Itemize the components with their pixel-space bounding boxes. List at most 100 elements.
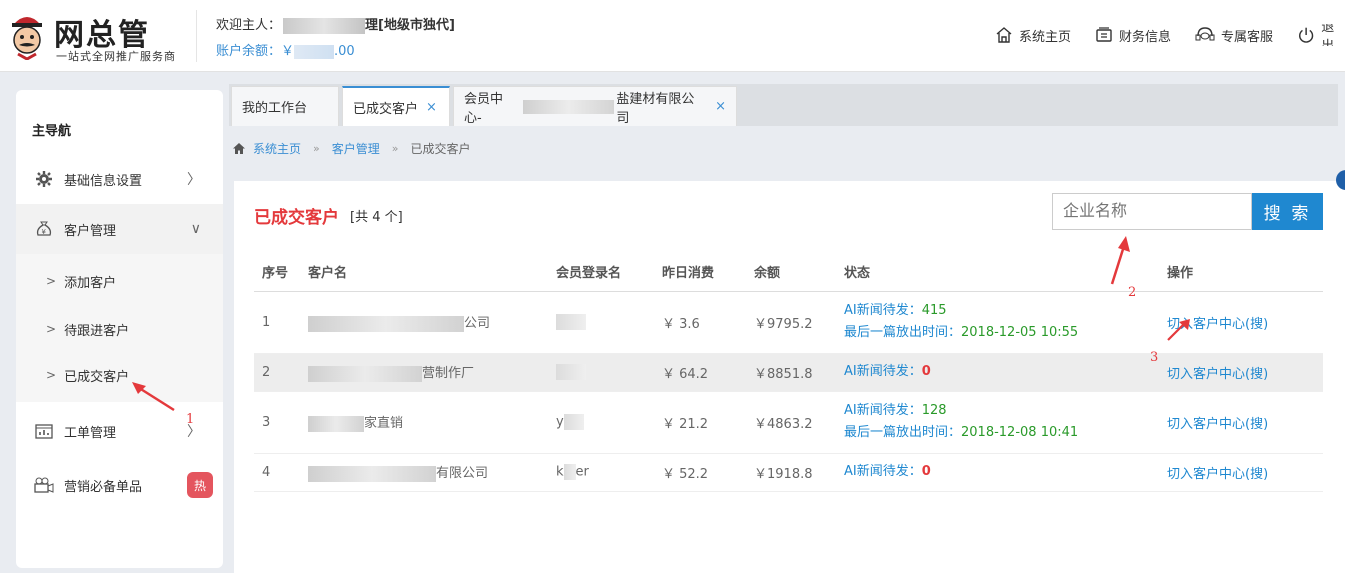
cell-yesterday: ￥ 52.2 [662,453,754,492]
account-balance: 账户余额：￥ .00 [216,40,355,59]
cell-customer-name: 有限公司 [308,453,556,492]
annotation-number-3: 3 [1150,350,1159,365]
cell-login-name: y [556,391,662,454]
close-icon[interactable]: × [715,99,726,114]
search-button[interactable]: 搜 索 [1252,193,1323,230]
annotation-arrow-2 [1110,236,1130,285]
cell-status: AI新闻待发：128 最后一篇放出时间：2018-12-08 10:41 [844,391,1167,454]
tab-closed-customers[interactable]: 已成交客户 × [342,86,450,126]
breadcrumb-current: 已成交客户 [410,142,471,156]
tab-label: 我的工作台 [242,101,308,116]
login-prefix: y [556,414,564,430]
home-icon [996,27,1012,43]
redacted-name [308,465,436,482]
welcome-role: [地级市独代] [378,18,455,33]
sidebar-title: 主导航 [32,124,72,139]
login-tail: er [575,464,589,480]
last-label: 最后一篇放出时间： [844,325,962,340]
sidebar-item-basic-settings[interactable]: 基础信息设置 〉 [16,154,223,204]
nav-finance[interactable]: 财务信息 [1095,24,1171,46]
top-nav: 系统主页 财务信息 专属客服 退出 [995,24,1345,46]
chevron-right-icon: 〉 [187,172,201,188]
cell-balance: ￥1918.8 [754,453,844,492]
tab-workbench[interactable]: 我的工作台 [231,86,339,126]
sidebar-item-customer-mgmt[interactable]: ¥ 客户管理 ∨ [16,204,223,254]
power-icon [1299,27,1314,43]
sidebar-item-marketing[interactable]: 营销必备单品 热 [16,460,223,510]
floating-widget-icon[interactable] [1334,168,1345,192]
cell-status: AI新闻待发：0 [844,353,1167,392]
last-time: 2018-12-05 10:55 [961,325,1079,340]
table-row: 3 家直销 y ￥ 21.2 ￥4863.2 AI新闻待发：128 最后一篇放出… [254,391,1323,454]
balance-suffix: .00 [334,44,355,59]
cell-login-name [556,353,662,392]
status-label: AI新闻待发： [844,303,922,318]
redacted-name [308,365,422,382]
redacted-balance [294,44,335,59]
cell-yesterday: ￥ 3.6 [662,291,754,354]
status-value: 0 [921,464,931,479]
top-header: 网总管 一站式全网推广服务商 欢迎主人： 理[地级市独代] 账户余额：￥ .00 系… [0,0,1345,72]
col-balance: 余额 [754,253,844,292]
last-time: 2018-12-08 10:41 [961,425,1079,440]
hot-badge: 热 [187,472,213,498]
name-suffix: 有限公司 [436,466,489,482]
sidebar-item-label: 营销必备单品 [64,479,143,495]
welcome-prefix: 欢迎主人： [216,18,282,33]
balance-prefix: 账户余额：￥ [216,44,295,59]
main-panel: 已成交客户 [共 4 个] 搜 索 序号 客户名 会员登录名 昨日消费 余额 状… [234,181,1345,573]
breadcrumb-customer-mgmt[interactable]: 客户管理 [332,140,380,157]
submenu-item-pending-customer[interactable]: > 待跟进客户 [16,306,223,352]
enter-customer-link[interactable]: 切入客户中心(搜) [1167,353,1323,392]
cell-status: AI新闻待发：415 最后一篇放出时间：2018-12-05 10:55 [844,291,1167,354]
close-icon[interactable]: × [426,100,437,115]
brand-logo[interactable]: 网总管 一站式全网推广服务商 [6,8,196,64]
welcome-tail: 理 [365,18,379,33]
nav-support-label: 专属客服 [1220,29,1273,45]
cell-index: 4 [254,453,308,492]
chevron-right-icon: > [46,368,57,382]
enter-customer-link[interactable]: 切入客户中心(搜) [1167,391,1323,454]
nav-logout[interactable]: 退出 [1297,24,1345,46]
table-row: 1 公司 ￥ 3.6 ￥9795.2 AI新闻待发：415 最后一篇放出时间：2… [254,291,1323,354]
table-row: 2 营制作厂 ￥ 64.2 ￥8851.8 AI新闻待发：0 切入客户中心(搜) [254,353,1323,392]
nav-home[interactable]: 系统主页 [995,24,1071,46]
col-login-name: 会员登录名 [556,253,662,292]
col-yesterday-spend: 昨日消费 [662,253,754,292]
cell-yesterday: ￥ 21.2 [662,391,754,454]
cell-status: AI新闻待发：0 [844,453,1167,492]
cell-index: 2 [254,353,308,392]
tab-label: 已成交客户 [353,101,419,117]
login-prefix: k [556,464,564,480]
welcome-text: 欢迎主人： 理[地级市独代] [216,14,455,34]
table-header-row: 序号 客户名 会员登录名 昨日消费 余额 状态 操作 [254,253,1323,292]
cell-customer-name: 公司 [308,291,556,354]
nav-support[interactable]: 专属客服 [1195,24,1273,46]
tab-member-center[interactable]: 会员中心- 盐建材有限公司 × [453,86,737,126]
status-value: 415 [921,303,947,318]
status-value: 0 [921,364,931,379]
customer-table: 序号 客户名 会员登录名 昨日消费 余额 状态 操作 1 公司 ￥ 3.6 ￥9… [254,253,1323,492]
enter-customer-link[interactable]: 切入客户中心(搜) [1167,453,1323,492]
submenu-item-label: 已成交客户 [64,369,130,385]
cell-login-name: k er [556,453,662,492]
cell-customer-name: 营制作厂 [308,353,556,392]
tab-label-prefix: 会员中心- [464,91,504,126]
submenu-item-add-customer[interactable]: > 添加客户 [16,258,223,304]
cell-index: 1 [254,291,308,354]
company-search-input[interactable] [1052,193,1252,230]
col-action: 操作 [1167,253,1323,292]
breadcrumb-home[interactable]: 系统主页 [253,140,301,157]
status-label: AI新闻待发： [844,364,922,379]
last-label: 最后一篇放出时间： [844,425,962,440]
redacted-name [308,415,364,432]
sidebar-item-label: 基础信息设置 [64,173,143,189]
status-label: AI新闻待发： [844,464,922,479]
cell-customer-name: 家直销 [308,391,556,454]
nav-finance-label: 财务信息 [1118,29,1171,45]
redacted-name [308,315,464,332]
cell-login-name [556,291,662,354]
submenu-item-closed-customer[interactable]: > 已成交客户 [16,352,223,398]
brand-subtitle: 一站式全网推广服务商 [56,50,176,63]
redacted-login [556,314,586,330]
